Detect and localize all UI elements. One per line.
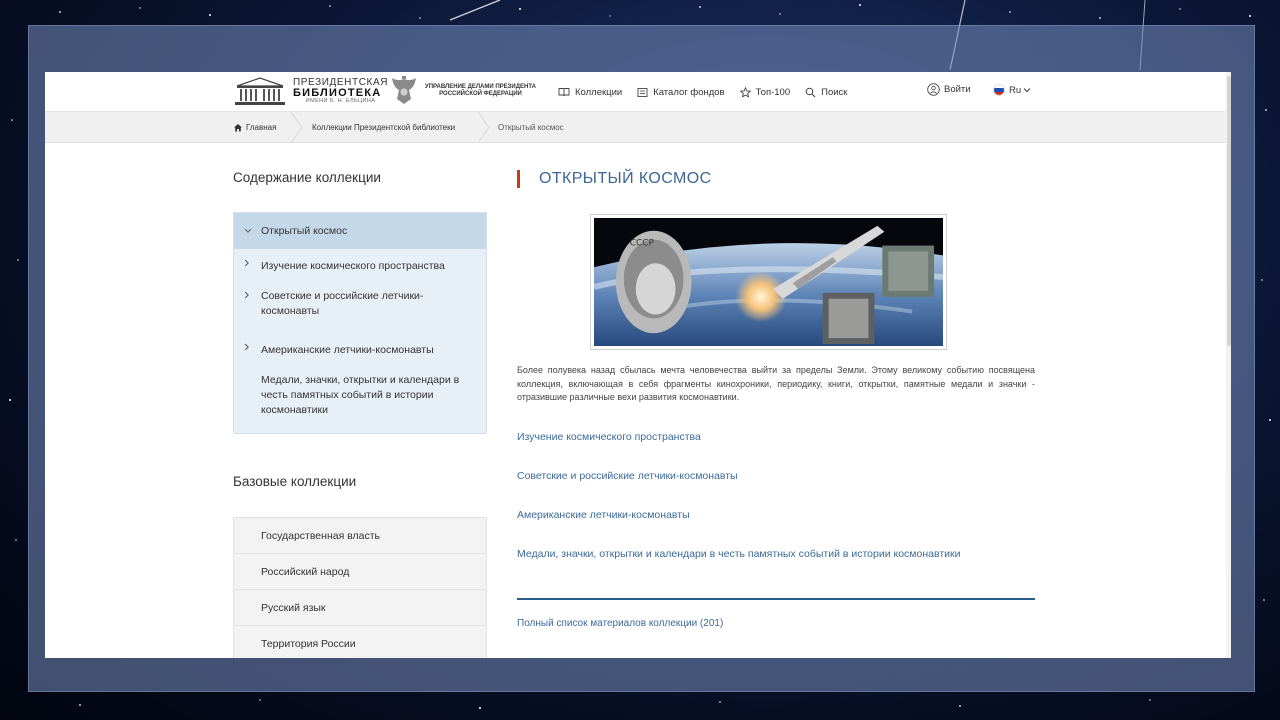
scrollbar-thumb[interactable] — [1227, 76, 1231, 346]
catalog-icon — [637, 87, 648, 97]
book-icon — [558, 88, 570, 97]
sidebar-item-open-space[interactable]: Открытый космос — [234, 213, 486, 249]
breadcrumb-home[interactable]: Главная — [233, 112, 276, 143]
login-button[interactable]: Войти — [927, 83, 971, 96]
library-building-icon — [235, 77, 285, 105]
state-emblem-icon — [392, 76, 416, 104]
breadcrumb-separator — [290, 112, 303, 143]
administration-label: УПРАВЛЕНИЕ ДЕЛАМИ ПРЕЗИДЕНТА РОССИЙСКОЙ … — [425, 84, 536, 98]
user-icon — [927, 83, 940, 96]
breadcrumb-current: Открытый космос — [498, 123, 564, 132]
breadcrumb-separator — [477, 112, 490, 143]
base-item-russian-language[interactable]: Русский язык — [234, 590, 486, 626]
chevron-down-icon — [1023, 88, 1031, 93]
chevron-right-icon — [244, 291, 249, 299]
nav-top100[interactable]: Топ-100 — [739, 86, 790, 98]
link-american-astronauts[interactable]: Американские летчики-космонавты — [517, 509, 690, 521]
page-title: ОТКРЫТЫЙ КОСМОС — [539, 170, 712, 187]
main-nav: Коллекции Каталог фондов Топ-100 Поиск — [558, 72, 862, 112]
sidebar-item-american-astronauts[interactable]: Американские летчики-космонавты — [234, 333, 486, 367]
full-list-link[interactable]: Полный список материалов коллекции (201) — [517, 618, 723, 629]
breadcrumb: Главная Коллекции Президентской библиоте… — [45, 112, 1231, 143]
chevron-down-icon — [244, 228, 252, 233]
home-icon — [234, 124, 242, 132]
section-divider — [517, 598, 1035, 600]
collection-description: Более полувека назад сбылась мечта челов… — [517, 365, 1035, 402]
base-collections-menu: Государственная власть Российский народ … — [233, 517, 487, 658]
base-item-russian-territory[interactable]: Территория России — [234, 626, 486, 658]
svg-text:CCCP: CCCP — [630, 239, 655, 249]
star-icon — [739, 86, 751, 98]
base-item-russian-people[interactable]: Российский народ — [234, 554, 486, 590]
base-collections-title: Базовые коллекции — [233, 474, 357, 489]
chevron-right-icon — [244, 343, 249, 351]
sidebar-item-medals[interactable]: Медали, значки, открытки и календари в ч… — [234, 367, 486, 433]
language-selector[interactable]: Ru — [993, 84, 1031, 96]
sidebar-item-soviet-cosmonauts[interactable]: Советские и российские летчики-космонавт… — [234, 283, 486, 333]
collection-contents-menu: Открытый космос Изучение космического пр… — [233, 212, 487, 434]
russia-flag-icon — [993, 84, 1005, 96]
nav-catalog[interactable]: Каталог фондов — [637, 87, 725, 98]
base-item-state-power[interactable]: Государственная власть — [234, 518, 486, 554]
title-accent-bar — [517, 170, 520, 188]
space-collage-image: CCCP — [594, 218, 943, 346]
link-space-study[interactable]: Изучение космического пространства — [517, 431, 701, 443]
chevron-right-icon — [244, 259, 249, 267]
library-logo[interactable]: ПРЕЗИДЕНТСКАЯ БИБЛИОТЕКА ИМЕНИ Б. Н. ЕЛЬ… — [233, 76, 388, 106]
link-medals[interactable]: Медали, значки, открытки и календари в ч… — [517, 548, 960, 560]
logo-line-3: ИМЕНИ Б. Н. ЕЛЬЦИНА — [305, 97, 376, 104]
site-header: ПРЕЗИДЕНТСКАЯ БИБЛИОТЕКА ИМЕНИ Б. Н. ЕЛЬ… — [45, 72, 1231, 112]
collection-contents-title: Содержание коллекции — [233, 170, 381, 185]
link-soviet-cosmonauts[interactable]: Советские и российские летчики-космонавт… — [517, 470, 738, 482]
scrollbar[interactable] — [1226, 72, 1231, 658]
sidebar-item-space-study[interactable]: Изучение космического пространства — [234, 249, 486, 283]
nav-search[interactable]: Поиск — [805, 87, 847, 98]
nav-collections[interactable]: Коллекции — [558, 87, 622, 98]
breadcrumb-collections[interactable]: Коллекции Президентской библиотеки — [312, 112, 455, 143]
collection-hero-image: CCCP — [590, 214, 947, 350]
browser-page: ПРЕЗИДЕНТСКАЯ БИБЛИОТЕКА ИМЕНИ Б. Н. ЕЛЬ… — [45, 72, 1231, 658]
search-icon — [805, 87, 816, 97]
